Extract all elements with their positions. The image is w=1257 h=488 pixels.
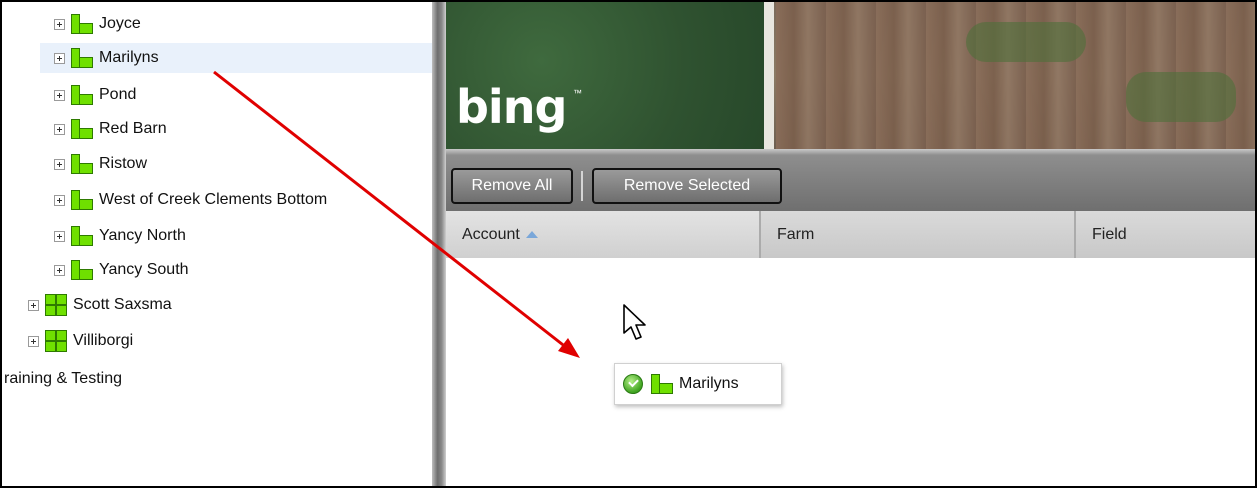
screenshot-frame: Joyce Marilyns Pond Red Barn Ristow West…: [0, 0, 1257, 488]
tree-item-label: Joyce: [99, 15, 141, 32]
map-view[interactable]: bing ™: [446, 2, 1255, 149]
remove-all-button[interactable]: Remove All: [451, 168, 573, 204]
tree-item-label: Pond: [99, 86, 137, 103]
toolbar-separator: [581, 171, 583, 201]
panel-splitter[interactable]: [432, 2, 446, 486]
tree-item-label: raining & Testing: [4, 370, 122, 387]
field-icon: [71, 85, 93, 105]
expand-icon[interactable]: [28, 335, 39, 347]
tree-item-west-of-creek[interactable]: West of Creek Clements Bottom: [54, 185, 327, 215]
expand-icon[interactable]: [28, 299, 39, 311]
drag-proxy-label: Marilyns: [679, 375, 739, 392]
bing-trademark: ™: [573, 88, 582, 98]
field-icon: [71, 190, 93, 210]
column-label: Field: [1092, 225, 1127, 243]
tree-item-training-testing[interactable]: raining & Testing: [4, 364, 122, 394]
tree-item-label: West of Creek Clements Bottom: [99, 191, 328, 208]
drag-proxy: Marilyns: [614, 363, 782, 405]
tree-item-scott-saxsma[interactable]: Scott Saxsma: [28, 290, 172, 320]
sort-ascending-icon: [525, 231, 538, 238]
tree-item-label: Scott Saxsma: [73, 296, 172, 313]
column-header-account[interactable]: Account: [446, 211, 761, 258]
tree-item-ristow[interactable]: Ristow: [54, 149, 147, 179]
tree-item-label: Red Barn: [99, 120, 167, 137]
expand-icon[interactable]: [54, 18, 65, 30]
expand-icon[interactable]: [54, 52, 65, 64]
bing-logo: bing: [456, 80, 567, 134]
tree-item-yancy-south[interactable]: Yancy South: [54, 255, 189, 285]
tree-item-label: Ristow: [99, 155, 148, 172]
column-header-farm[interactable]: Farm: [761, 211, 1076, 258]
expand-icon[interactable]: [54, 158, 65, 170]
column-header-field[interactable]: Field: [1076, 211, 1255, 258]
farm-icon: [45, 294, 67, 316]
field-icon: [71, 226, 93, 246]
right-panel: bing ™ Remove All Remove Selected Accoun…: [446, 2, 1255, 486]
expand-icon[interactable]: [54, 230, 65, 242]
tree-item-joyce[interactable]: Joyce: [54, 9, 141, 39]
grid-toolbar: Remove All Remove Selected: [446, 149, 1255, 211]
tree-item-red-barn[interactable]: Red Barn: [54, 114, 167, 144]
expand-icon[interactable]: [54, 194, 65, 206]
farm-icon: [45, 330, 67, 352]
expand-icon[interactable]: [54, 123, 65, 135]
column-label: Farm: [777, 225, 815, 243]
map-tile: [966, 22, 1086, 62]
expand-icon[interactable]: [54, 264, 65, 276]
tree-item-label: Yancy South: [99, 261, 189, 278]
tree-item-villiborgi[interactable]: Villiborgi: [28, 326, 133, 356]
tree-item-marilyns[interactable]: Marilyns: [40, 43, 432, 73]
field-icon: [71, 119, 93, 139]
grid-header: Account Farm Field: [446, 211, 1255, 258]
tree-item-label: Yancy North: [99, 227, 186, 244]
field-icon: [71, 260, 93, 280]
account-tree: Joyce Marilyns Pond Red Barn Ristow West…: [2, 2, 432, 486]
expand-icon[interactable]: [54, 89, 65, 101]
remove-selected-button[interactable]: Remove Selected: [592, 168, 782, 204]
field-icon: [651, 374, 673, 394]
field-icon: [71, 14, 93, 34]
column-label: Account: [462, 225, 520, 243]
field-icon: [71, 154, 93, 174]
tree-item-label: Villiborgi: [73, 332, 134, 349]
tree-item-yancy-north[interactable]: Yancy North: [54, 221, 186, 251]
tree-item-pond[interactable]: Pond: [54, 80, 136, 110]
mouse-cursor-icon: [623, 304, 646, 340]
tree-item-label: Marilyns: [99, 49, 159, 66]
check-icon: [623, 374, 643, 394]
grid-body[interactable]: [446, 258, 1255, 486]
field-icon: [71, 48, 93, 68]
map-road: [764, 2, 774, 149]
map-tile: [1126, 72, 1236, 122]
